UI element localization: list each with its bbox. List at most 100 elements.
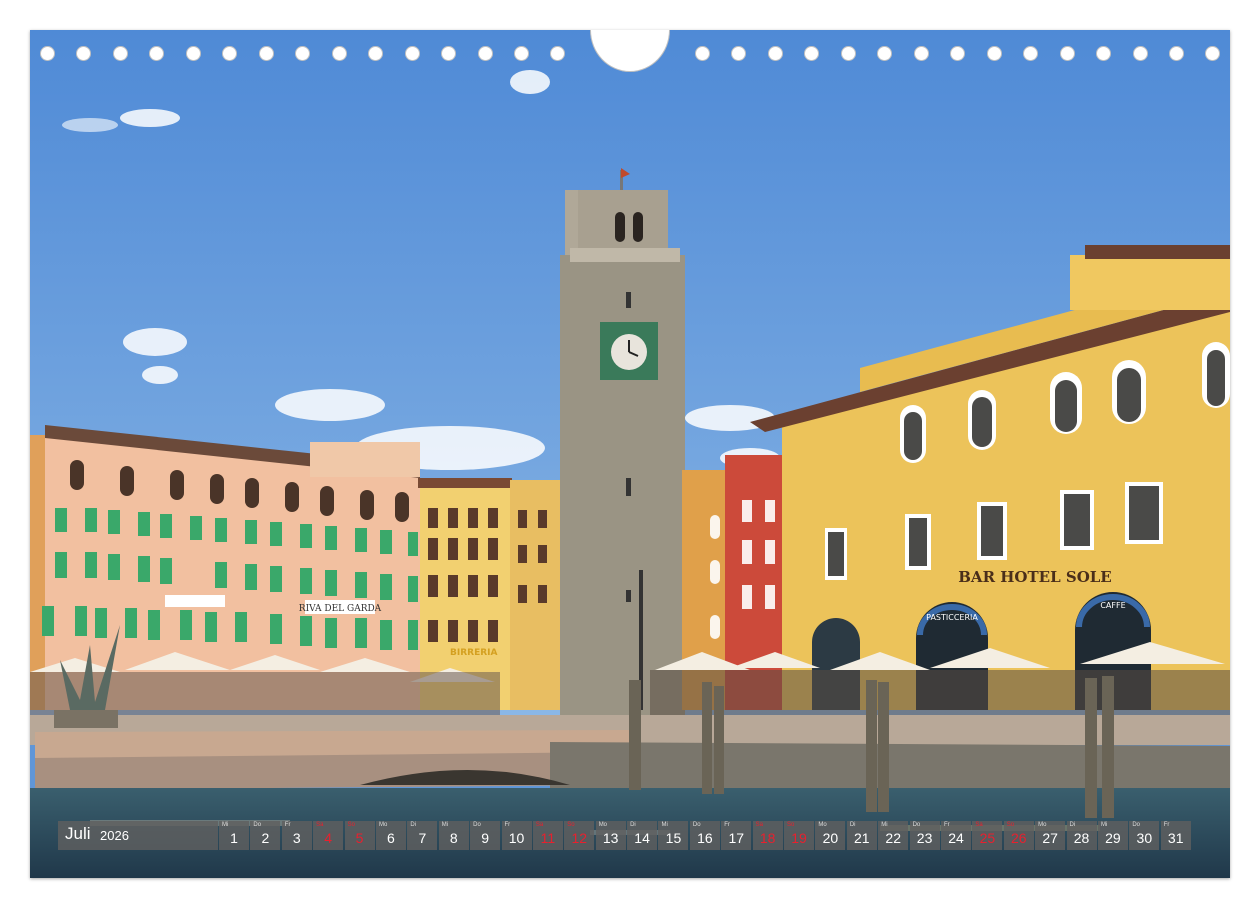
binding-hole (514, 46, 529, 61)
binding-hole (550, 46, 565, 61)
binding-hole (914, 46, 929, 61)
binding-hole (113, 46, 128, 61)
weekday-label: Fr (943, 822, 950, 828)
weekday-label: Mo (1038, 822, 1047, 828)
day-number: 2 (261, 830, 270, 846)
binding-hole (804, 46, 819, 61)
binding-hole (368, 46, 383, 61)
spiral-binding (30, 30, 1230, 80)
weekday-label: Mi (881, 822, 888, 828)
weekday-label: So (1006, 822, 1015, 828)
weekday-label: Do (912, 822, 921, 828)
day-cell: Di 28 (1066, 821, 1097, 850)
weekday-label: Mi (441, 822, 449, 828)
day-number: 16 (697, 830, 713, 846)
binding-hole (987, 46, 1002, 61)
weekday-label: Sa (535, 822, 544, 828)
binding-hole (1205, 46, 1220, 61)
weekday-label: Fr (1163, 822, 1170, 828)
day-cell: Mo 13 (595, 821, 626, 850)
weekday-label: Sa (755, 822, 763, 828)
day-cell: Mo 27 (1035, 821, 1066, 850)
weekday-label: So (567, 822, 575, 828)
day-cell: Sa 4 (313, 821, 344, 850)
binding-hole (40, 46, 55, 61)
binding-hole (1060, 46, 1075, 61)
day-number: 19 (791, 830, 807, 846)
day-number: 28 (1073, 830, 1090, 846)
day-cell: Do 23 (909, 821, 940, 850)
hotel-sole-sign: BAR HOTEL SOLE (958, 568, 1112, 586)
pasticceria-sign: PASTICCERIA (926, 613, 978, 622)
weekday-label: Do (692, 822, 701, 828)
day-number: 13 (602, 830, 619, 846)
day-number: 22 (885, 830, 901, 846)
weekday-label: Di (849, 822, 856, 828)
year: 2026 (100, 828, 129, 843)
binding-hole (405, 46, 420, 61)
day-cell: Fr 17 (721, 821, 752, 850)
day-number: 24 (948, 830, 964, 846)
day-cell: Fr 31 (1160, 821, 1191, 850)
day-number: 17 (728, 830, 745, 846)
hanger-cutout (590, 30, 670, 72)
day-cell: So 26 (1003, 821, 1034, 850)
caffe-sign: CAFFE (1100, 601, 1125, 610)
weekday-label: Mo (598, 822, 608, 828)
day-cell: Mi 8 (438, 821, 469, 850)
weekday-label: Mi (1100, 822, 1108, 828)
day-cell: Mo 20 (815, 821, 846, 850)
weekday-label: Di (630, 822, 636, 828)
weekday-label: Do (1132, 822, 1140, 828)
weekday-label: Fr (284, 822, 291, 828)
binding-hole (295, 46, 310, 61)
day-number: 29 (1105, 830, 1121, 846)
day-cell: Mi 15 (658, 821, 689, 850)
day-number: 3 (292, 830, 301, 846)
weekday-label: Mi (661, 822, 668, 828)
day-cell: Do 30 (1129, 821, 1160, 850)
day-cell: Fr 3 (281, 821, 312, 850)
day-cell: Di 21 (846, 821, 877, 850)
binding-hole (950, 46, 965, 61)
day-cell: Mi 29 (1097, 821, 1128, 850)
day-number: 27 (1042, 830, 1058, 846)
day-number: 7 (418, 830, 427, 846)
day-cell: Di 14 (627, 821, 658, 850)
day-cell: So 5 (344, 821, 375, 850)
weekday-label: Fr (724, 822, 730, 828)
weekday-label: Sa (975, 822, 983, 828)
binding-hole (1133, 46, 1148, 61)
day-cell: Sa 25 (972, 821, 1003, 850)
day-number: 4 (324, 830, 333, 846)
weekday-label: Mo (818, 822, 827, 828)
birreria-sign: BIRRERIA (450, 648, 497, 658)
binding-hole (768, 46, 783, 61)
weekday-label: Do (253, 822, 262, 828)
day-number: 25 (979, 830, 996, 846)
day-number: 6 (387, 830, 395, 846)
weekday-label: Do (473, 822, 481, 828)
day-number: 14 (634, 830, 650, 846)
day-number: 23 (916, 830, 933, 846)
day-number: 9 (481, 830, 490, 846)
day-cell: Do 16 (689, 821, 720, 850)
day-cell: Mi 22 (878, 821, 909, 850)
day-number: 31 (1167, 830, 1184, 846)
binding-hole (1096, 46, 1111, 61)
month-name: Juli (65, 824, 91, 843)
binding-hole (186, 46, 201, 61)
day-cell: Fr 24 (940, 821, 971, 850)
binding-hole (877, 46, 892, 61)
day-cell: Sa 18 (752, 821, 783, 850)
binding-hole (441, 46, 456, 61)
day-cell: Mo 6 (375, 821, 406, 850)
binding-hole (259, 46, 274, 61)
day-cells: Mi 1 Do 2 Fr 3 Sa 4 So 5 Mo 6 Di 7 Mi 8 Do 9 Fr 10 Sa 11 So 12 M… (219, 821, 1192, 850)
month-label-box: Juli 2026 (58, 821, 218, 850)
riva-del-garda-photo: RIVA DEL GARDA BIRRERIA BAR HOTEL SOLE P… (30, 30, 1230, 878)
weekday-label: Mi (222, 822, 229, 828)
binding-hole (478, 46, 493, 61)
binding-hole (1023, 46, 1038, 61)
riva-del-garda-sign: RIVA DEL GARDA (299, 604, 382, 614)
